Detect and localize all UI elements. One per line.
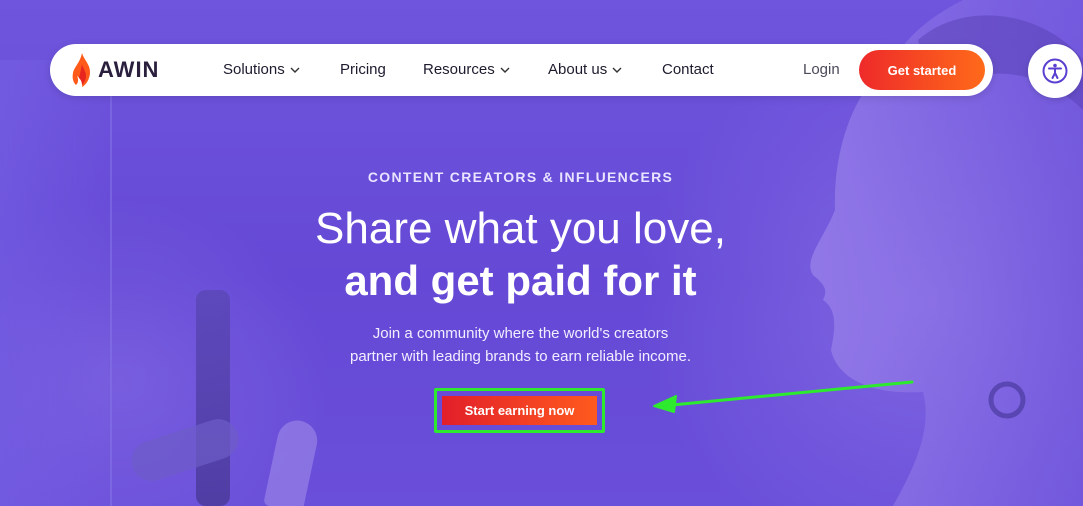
nav-item-label: Resources bbox=[423, 61, 495, 78]
nav-item-solutions[interactable]: Solutions bbox=[223, 44, 300, 96]
get-started-button[interactable]: Get started bbox=[859, 50, 985, 90]
awin-logo[interactable]: AWIN bbox=[70, 52, 159, 88]
nav-item-resources[interactable]: Resources bbox=[423, 44, 510, 96]
nav-item-about-us[interactable]: About us bbox=[548, 44, 622, 96]
hero-subtext-line-2: partner with leading brands to earn reli… bbox=[349, 348, 692, 365]
chevron-down-icon bbox=[500, 65, 510, 75]
nav-item-label: About us bbox=[548, 61, 608, 78]
login-link[interactable]: Login bbox=[803, 44, 840, 96]
chevron-down-icon bbox=[290, 65, 300, 75]
accessibility-button[interactable] bbox=[1028, 44, 1082, 98]
background-stand-shape bbox=[126, 413, 244, 487]
start-earning-button[interactable]: Start earning now bbox=[442, 396, 597, 425]
hero-subtext: Join a community where the world's creat… bbox=[0, 322, 1041, 368]
logo-text: AWIN bbox=[98, 57, 160, 82]
nav-item-label: Pricing bbox=[340, 61, 386, 78]
hero-subtext-line-1: Join a community where the world's creat… bbox=[372, 325, 669, 342]
hero-headline-line-2: and get paid for it bbox=[344, 257, 697, 304]
nav-item-label: Solutions bbox=[223, 61, 285, 78]
accessibility-icon bbox=[1042, 58, 1068, 84]
hero-headline-line-1: Share what you love, bbox=[315, 204, 726, 253]
background-hand-shape bbox=[263, 416, 321, 506]
hero-eyebrow: CONTENT CREATORS & INFLUENCERS bbox=[367, 169, 674, 185]
nav-item-label: Contact bbox=[662, 61, 714, 78]
chevron-down-icon bbox=[612, 65, 622, 75]
nav-item-contact[interactable]: Contact bbox=[662, 44, 714, 96]
awin-flame-logo-icon bbox=[72, 53, 90, 87]
annotation-arrow-icon bbox=[653, 380, 914, 413]
top-navigation-bar: AWIN Solutions Pricing Resources About u… bbox=[50, 44, 993, 96]
nav-item-pricing[interactable]: Pricing bbox=[340, 44, 386, 96]
